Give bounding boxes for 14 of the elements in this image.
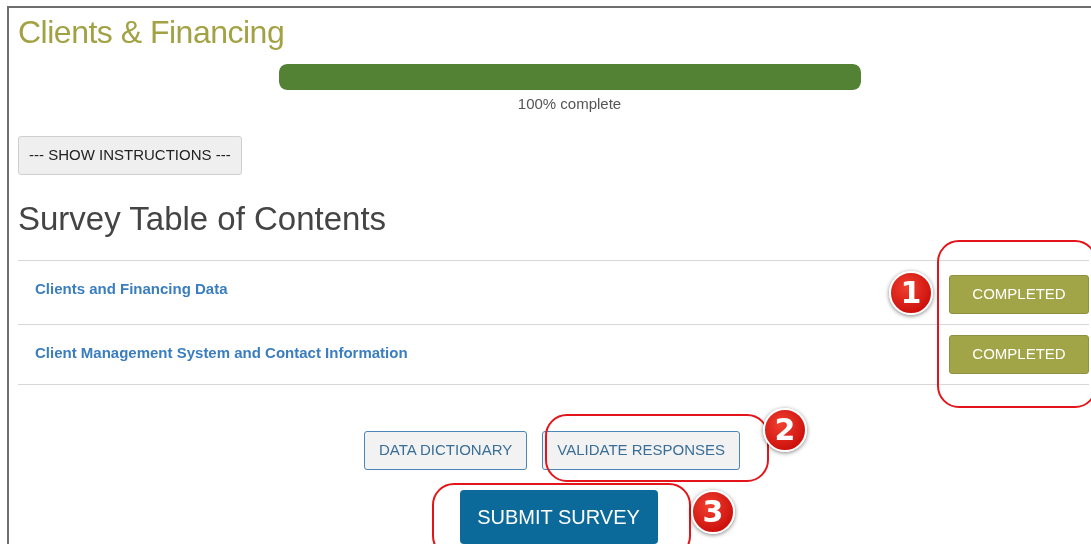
show-instructions-button[interactable]: --- SHOW INSTRUCTIONS --- [18,135,242,175]
callout-number-badge: 1 [889,271,933,315]
data-dictionary-button[interactable]: DATA DICTIONARY [363,430,528,470]
page-title: Clients & Financing [18,13,285,52]
toc-heading: Survey Table of Contents [18,198,387,239]
validate-responses-button[interactable]: VALIDATE RESPONSES [542,430,741,470]
progress-label: 100% complete [517,94,622,114]
submit-survey-button[interactable]: SUBMIT SURVEY [459,489,658,544]
completed-status-button[interactable]: COMPLETED [949,274,1089,314]
completed-status-button[interactable]: COMPLETED [949,334,1089,374]
section-link[interactable]: Clients and Financing Data [35,277,228,300]
callout-number-badge: 3 [691,490,735,534]
section-link[interactable]: Client Management System and Contact Information [35,341,408,364]
callout-number-badge: 2 [763,408,807,452]
